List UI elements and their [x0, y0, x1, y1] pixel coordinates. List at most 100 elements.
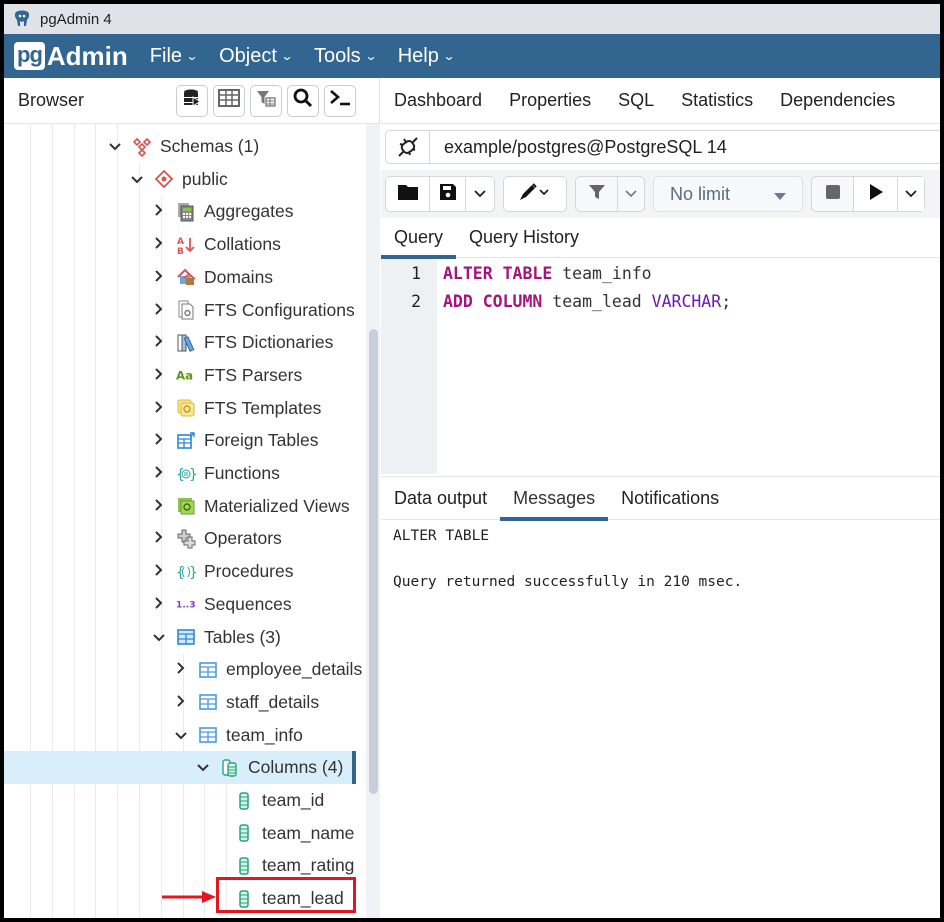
open-file-button[interactable]: [386, 177, 430, 211]
chevron-right-icon[interactable]: [152, 335, 166, 350]
highlight-box: [216, 877, 356, 913]
chevron-right-icon[interactable]: [152, 564, 166, 579]
chevron-right-icon[interactable]: [152, 498, 166, 514]
search-objects-button[interactable]: [287, 84, 319, 117]
svg-text:A: A: [177, 237, 184, 247]
tree-node[interactable]: team_info: [174, 719, 303, 752]
chevron-down-icon[interactable]: [130, 172, 144, 187]
tree-node-label: team_info: [226, 724, 303, 745]
tab-statistics[interactable]: Statistics: [681, 90, 753, 111]
tab-notifications[interactable]: Notifications: [608, 477, 732, 520]
tab-dashboard[interactable]: Dashboard: [394, 90, 482, 111]
sql-editor[interactable]: 1 ALTER TABLE team_info 2 ADD COLUMN tea…: [381, 259, 940, 474]
chevron-right-icon[interactable]: [152, 270, 166, 285]
tab-messages[interactable]: Messages: [500, 477, 609, 521]
tree-node[interactable]: {} Functions: [152, 457, 280, 490]
browser-panel: Browser Schemas (1) public Aggregates A …: [4, 78, 380, 918]
execute-options-dropdown[interactable]: [898, 177, 924, 211]
save-file-button[interactable]: [430, 177, 466, 211]
filter-options-dropdown[interactable]: [618, 177, 644, 211]
main-panel: Dashboard Properties SQL Statistics Depe…: [381, 78, 940, 918]
tree-node[interactable]: team_name: [234, 817, 354, 850]
cancel-query-button[interactable]: [812, 177, 854, 211]
tree-node[interactable]: Columns (4): [4, 751, 356, 785]
menu-label: File: [149, 44, 183, 67]
message-line: [393, 551, 742, 574]
connection-status-icon[interactable]: [386, 131, 430, 163]
tree-node[interactable]: Operators: [152, 522, 282, 555]
query-tool-icon: [182, 88, 202, 113]
tree-node[interactable]: FTS Dictionaries: [152, 326, 333, 359]
line-number: 1: [411, 263, 421, 283]
chevron-right-icon[interactable]: [174, 662, 188, 677]
chevron-down-icon[interactable]: [108, 139, 122, 154]
tree-node[interactable]: 1..3 Sequences: [152, 588, 292, 621]
filter-group: [575, 176, 645, 212]
chevron-right-icon[interactable]: [152, 433, 166, 448]
tab-dependencies[interactable]: Dependencies: [780, 90, 895, 111]
tree-scrollbar[interactable]: [366, 124, 380, 918]
menu-help[interactable]: Help ⌄: [398, 45, 456, 68]
scrollbar-thumb[interactable]: [369, 329, 378, 794]
menu-file[interactable]: File ⌄: [149, 44, 199, 68]
tree-node-label: Domains: [204, 266, 274, 287]
filtered-rows-button[interactable]: [250, 84, 282, 117]
caret-down-icon: [774, 184, 786, 205]
tree-node[interactable]: Tables (3): [152, 621, 281, 654]
chevron-right-icon[interactable]: [174, 695, 188, 710]
save-icon: [439, 183, 457, 206]
tree-node-label: team_id: [262, 790, 325, 810]
tree-node[interactable]: Schemas (1): [108, 130, 259, 163]
tree-node[interactable]: Materialized Views: [152, 490, 350, 523]
connection-bar[interactable]: example/postgres@PostgreSQL 14: [385, 130, 940, 164]
tree-node[interactable]: FTS Templates: [152, 392, 321, 425]
menu-tools[interactable]: Tools ⌄: [314, 45, 377, 68]
chevron-right-icon[interactable]: [152, 531, 166, 546]
tab-sql[interactable]: SQL: [618, 90, 654, 111]
tree-node[interactable]: Foreign Tables: [152, 424, 318, 457]
chevron-right-icon[interactable]: [152, 597, 166, 612]
tab-query[interactable]: Query: [381, 218, 457, 259]
tab-data-output[interactable]: Data output: [381, 477, 500, 520]
tree-node[interactable]: public: [130, 163, 228, 196]
tree-node[interactable]: Aggregates: [152, 195, 294, 228]
chevron-down-icon[interactable]: [152, 630, 166, 645]
psql-tool-button[interactable]: [324, 84, 356, 117]
view-data-button[interactable]: [213, 84, 245, 117]
chevron-right-icon[interactable]: [152, 368, 166, 383]
table-icon: [198, 725, 218, 745]
tree-node[interactable]: staff_details: [174, 686, 319, 719]
row-limit-select[interactable]: No limit: [653, 176, 803, 212]
play-icon: [868, 183, 884, 206]
chevron-right-icon[interactable]: [152, 400, 166, 416]
chevron-down-icon[interactable]: [196, 760, 210, 775]
edit-button[interactable]: [504, 177, 566, 211]
tree-node[interactable]: A B Collations: [152, 228, 281, 261]
chevron-right-icon[interactable]: [152, 466, 166, 481]
chevron-right-icon[interactable]: [152, 302, 166, 318]
chevron-right-icon[interactable]: [152, 204, 166, 219]
annotation-arrow-icon: [162, 890, 218, 908]
filter-button[interactable]: [576, 177, 618, 211]
filter-icon: [588, 183, 606, 206]
chevron-right-icon[interactable]: [152, 237, 166, 252]
file-group: [385, 176, 495, 212]
tree-node[interactable]: team_id: [234, 784, 324, 817]
line-code: ADD COLUMN team_lead VARCHAR;: [443, 292, 731, 311]
sql-text: ;: [721, 291, 732, 311]
chevron-down-icon[interactable]: [174, 728, 188, 743]
menu-object[interactable]: Object ⌄: [219, 45, 293, 68]
tree-node[interactable]: {} Procedures: [152, 555, 294, 588]
tab-properties[interactable]: Properties: [509, 90, 591, 111]
query-tool-button[interactable]: [176, 84, 208, 117]
tree-node[interactable]: Aa FTS Parsers: [152, 359, 302, 392]
execute-button[interactable]: [854, 177, 898, 211]
tree-node[interactable]: FTS Configurations: [152, 294, 355, 327]
tree-node[interactable]: Domains: [152, 261, 273, 294]
save-options-dropdown[interactable]: [466, 177, 494, 211]
tab-query-history[interactable]: Query History: [456, 218, 592, 258]
tree-node-label: Sequences: [204, 593, 292, 614]
tree-node[interactable]: employee_details: [174, 653, 362, 686]
browser-header: Browser: [4, 78, 379, 124]
